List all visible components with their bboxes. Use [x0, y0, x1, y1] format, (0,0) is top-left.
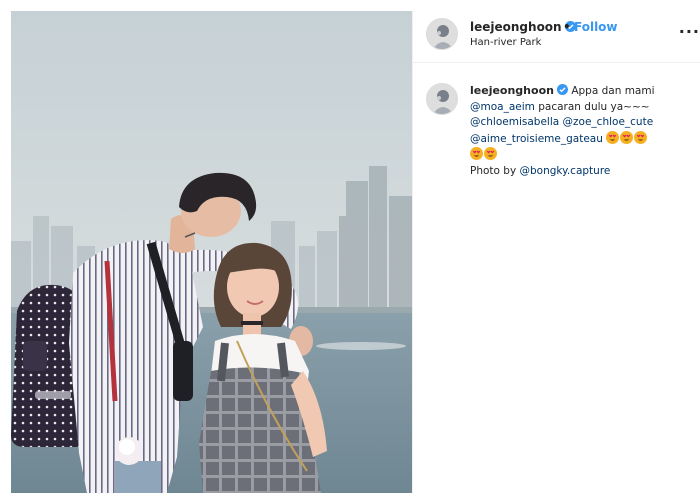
- caption-username[interactable]: leejeonghoon: [470, 84, 568, 97]
- caption-comment: leejeonghoon Appa dan mami @moa_aeim pac…: [413, 63, 700, 179]
- mention-chloe[interactable]: @chloemisabella: [470, 116, 559, 128]
- heart-eyes-emoji-icon: [634, 130, 648, 144]
- location-link[interactable]: Han-river Park: [470, 37, 541, 48]
- instagram-post: leejeonghoon • Follow Han-river Park ...…: [0, 0, 700, 502]
- mention-photographer[interactable]: @bongky.capture: [520, 165, 611, 177]
- post-header: leejeonghoon • Follow Han-river Park ...: [413, 11, 700, 63]
- heart-eyes-emoji-icon: [470, 147, 483, 160]
- heart-eyes-emoji-icon: [484, 147, 497, 160]
- couple-photo-illustration: [11, 11, 412, 493]
- caption-text: leejeonghoon Appa dan mami @moa_aeim pac…: [470, 83, 690, 179]
- heart-eyes-emoji-icon: [620, 130, 634, 144]
- follow-button[interactable]: Follow: [574, 20, 618, 34]
- caption-avatar[interactable]: [426, 83, 458, 115]
- heart-eyes-emoji-icon: [606, 130, 620, 144]
- mention-moa[interactable]: @moa_aeim: [470, 101, 535, 113]
- post-photo[interactable]: [11, 11, 412, 493]
- header-username[interactable]: leejeonghoon: [470, 20, 576, 34]
- profile-avatar[interactable]: [426, 18, 458, 50]
- photo-credit-prefix: Photo by: [470, 164, 517, 177]
- avatar-image: [427, 19, 457, 49]
- more-options-icon[interactable]: ...: [679, 18, 700, 37]
- avatar-image: [427, 84, 457, 114]
- emoji-group-2: [470, 147, 498, 161]
- header-separator: •: [563, 20, 571, 34]
- caption-line-1: Appa dan mami: [571, 85, 655, 97]
- verified-badge-icon: [556, 84, 568, 95]
- mention-aime[interactable]: @aime_troisieme_gateau: [470, 133, 603, 145]
- emoji-group-1: [606, 130, 648, 145]
- caption-line-2: pacaran dulu ya~~~: [538, 100, 650, 113]
- mention-zoe[interactable]: @zoe_chloe_cute: [563, 116, 654, 128]
- post-details-panel: leejeonghoon • Follow Han-river Park ...…: [412, 11, 700, 493]
